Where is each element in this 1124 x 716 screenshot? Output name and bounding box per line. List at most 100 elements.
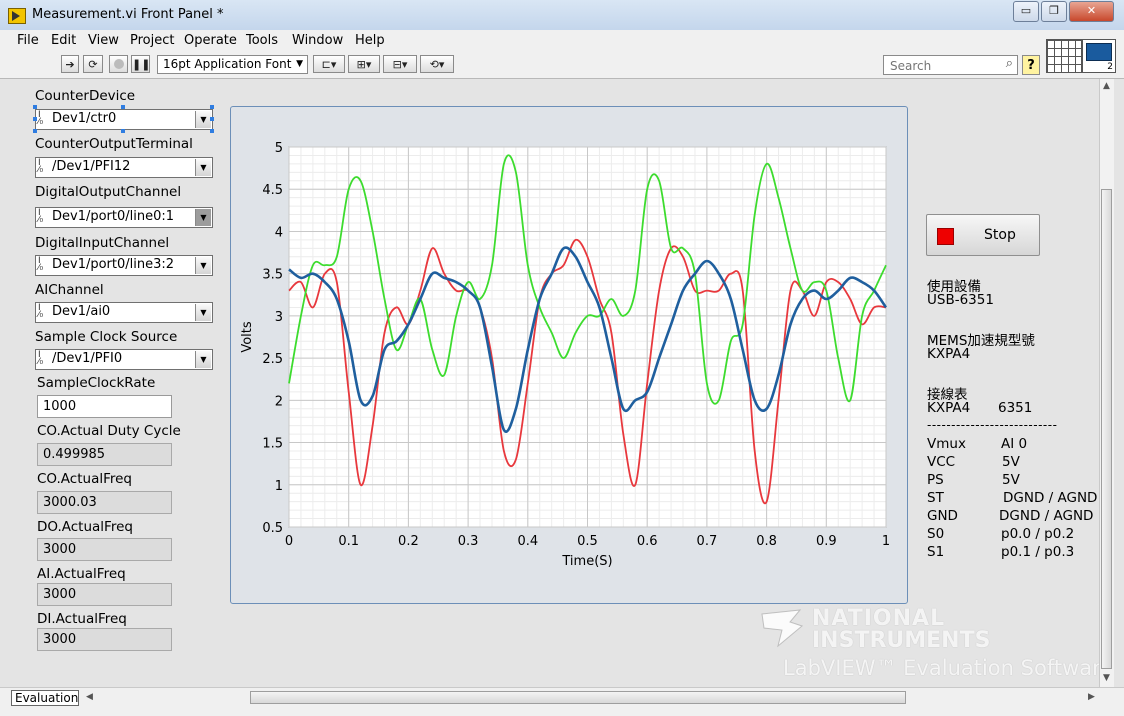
wiring-pin: Vmux	[927, 436, 966, 452]
counter-output-terminal-control[interactable]: I ⁄₀ /Dev1/PFI12 ▼	[35, 157, 213, 178]
y-tick-label: 2.5	[262, 352, 283, 367]
context-help-button[interactable]: ?	[1022, 55, 1040, 75]
scroll-right-icon[interactable]: ▶	[1088, 692, 1095, 702]
di-freq-label: DI.ActualFreq	[37, 611, 127, 627]
wiring-pin-target: p0.1 / p0.3	[1001, 544, 1075, 560]
wiring-pin-target: 5V	[1002, 472, 1020, 488]
font-selector-value: 16pt Application Font	[163, 57, 292, 71]
sample-clock-rate-input[interactable]: 1000	[37, 395, 172, 418]
selection-handle[interactable]	[33, 117, 37, 121]
ni-eagle-logo-icon	[761, 609, 804, 648]
vi-icon[interactable]	[1082, 39, 1116, 73]
font-selector[interactable]: 16pt Application Font ▼	[157, 55, 308, 74]
ai-freq-indicator: 3000	[37, 583, 172, 606]
run-arrow-icon[interactable]: ➔	[61, 55, 79, 73]
digital-output-channel-label: DigitalOutputChannel	[35, 184, 182, 200]
menu-bar: File Edit View Project Operate Tools Win…	[0, 30, 1124, 51]
toolbar: ➔ ⟳ ❚❚ 16pt Application Font ▼ ⊏▾ ⊞▾ ⊟▾ …	[0, 51, 1124, 79]
digital-input-channel-value: Dev1/port0/line3:2	[52, 257, 175, 272]
scroll-left-icon[interactable]: ◀	[86, 692, 93, 702]
selection-handle[interactable]	[121, 129, 125, 133]
io-name-icon: I ⁄₀	[38, 256, 44, 273]
digital-input-channel-control[interactable]: I ⁄₀ Dev1/port0/line3:2 ▼	[35, 255, 213, 276]
x-axis-label: Time(S)	[561, 554, 612, 569]
menu-project[interactable]: Project	[130, 33, 174, 48]
io-name-icon: I ⁄₀	[38, 350, 44, 367]
distribute-objects-icon[interactable]: ⊞▾	[348, 55, 380, 73]
ai-channel-value: Dev1/ai0	[52, 304, 111, 319]
restore-button[interactable]: ❐	[1041, 1, 1067, 22]
menu-window[interactable]: Window	[292, 33, 343, 48]
waveform-graph[interactable]: 0 0.1 0.2 0.3 0.4 0.5 0.6 0.7 0.8 0.9 1 0.5 1 1.5 2 2.5…	[230, 106, 908, 604]
selection-handle[interactable]	[210, 129, 214, 133]
menu-edit[interactable]: Edit	[51, 33, 76, 48]
ai-channel-control[interactable]: I ⁄₀ Dev1/ai0 ▼	[35, 302, 213, 323]
x-tick-label: 0.1	[338, 534, 359, 549]
menu-file[interactable]: File	[17, 33, 39, 48]
y-tick-label: 1	[275, 479, 283, 494]
sample-clock-source-label: Sample Clock Source	[35, 329, 178, 345]
wiring-pin: VCC	[927, 454, 956, 470]
io-name-icon: I ⁄₀	[38, 110, 44, 127]
counter-device-control[interactable]: I ⁄₀ Dev1/ctr0 ▼	[35, 109, 213, 130]
minimize-button[interactable]: ▭	[1013, 1, 1039, 22]
chevron-down-icon[interactable]: ▼	[195, 209, 211, 226]
run-continuously-icon[interactable]: ⟳	[83, 55, 103, 73]
digital-input-channel-label: DigitalInputChannel	[35, 235, 170, 251]
pause-icon[interactable]: ❚❚	[131, 55, 150, 73]
selection-handle[interactable]	[210, 117, 214, 121]
resize-objects-icon[interactable]: ⊟▾	[383, 55, 417, 73]
selection-handle[interactable]	[33, 129, 37, 133]
search-icon[interactable]: ⌕	[1006, 56, 1013, 71]
co-freq-label: CO.ActualFreq	[37, 471, 133, 487]
horizontal-scroll-thumb[interactable]	[250, 691, 906, 704]
menu-operate[interactable]: Operate	[184, 33, 237, 48]
wiring-pin: GND	[927, 508, 958, 524]
x-tick-label: 0.2	[398, 534, 419, 549]
do-freq-label: DO.ActualFreq	[37, 519, 133, 535]
chevron-down-icon[interactable]: ▼	[195, 304, 211, 321]
scroll-up-icon[interactable]: ▲	[1103, 81, 1110, 91]
selection-handle[interactable]	[210, 105, 214, 109]
digital-output-channel-control[interactable]: I ⁄₀ Dev1/port0/line0:1 ▼	[35, 207, 213, 228]
menu-tools[interactable]: Tools	[246, 33, 278, 48]
align-objects-icon[interactable]: ⊏▾	[313, 55, 345, 73]
menu-view[interactable]: View	[88, 33, 119, 48]
chevron-down-icon[interactable]: ▼	[195, 111, 211, 128]
menu-help[interactable]: Help	[355, 33, 385, 48]
chevron-down-icon[interactable]: ▼	[195, 159, 211, 176]
chevron-down-icon[interactable]: ▼	[195, 257, 211, 274]
scroll-down-icon[interactable]: ▼	[1103, 673, 1110, 683]
wiring-pin-target: 5V	[1002, 454, 1020, 470]
search-input[interactable]	[888, 57, 992, 75]
wiring-header-6351: 6351	[998, 400, 1033, 416]
close-button[interactable]: ✕	[1069, 1, 1114, 22]
selection-handle[interactable]	[121, 105, 125, 109]
y-tick-label: 3	[275, 310, 283, 325]
stop-led-icon	[937, 228, 954, 245]
io-name-icon: I ⁄₀	[38, 158, 44, 175]
window-title: Measurement.vi Front Panel *	[32, 7, 224, 22]
abort-icon[interactable]	[109, 55, 128, 73]
selection-handle[interactable]	[33, 105, 37, 109]
reorder-icon[interactable]: ⟲▾	[420, 55, 454, 73]
x-tick-label: 0.5	[577, 534, 598, 549]
search-box[interactable]: ⌕	[883, 55, 1018, 75]
stop-button[interactable]: Stop	[926, 214, 1040, 256]
title-bar: Measurement.vi Front Panel * ▭ ❐ ✕	[0, 0, 1124, 31]
co-duty-indicator: 0.499985	[37, 443, 172, 466]
sample-clock-source-control[interactable]: I ⁄₀ /Dev1/PFI0 ▼	[35, 349, 213, 370]
wiring-pin-target: DGND / AGND	[1003, 490, 1098, 506]
connector-pane-icon[interactable]	[1046, 39, 1082, 73]
x-tick-label: 0	[285, 534, 293, 549]
vertical-scroll-thumb[interactable]	[1101, 189, 1112, 669]
do-freq-indicator: 3000	[37, 538, 172, 561]
di-freq-indicator: 3000	[37, 628, 172, 651]
labview-vi-icon	[8, 8, 26, 24]
vertical-scrollbar[interactable]: ▲ ▼	[1099, 79, 1114, 687]
wiring-header-kxpa4: KXPA4	[927, 400, 971, 416]
chevron-down-icon[interactable]: ▼	[195, 351, 211, 368]
x-tick-label: 1	[882, 534, 890, 549]
stop-button-label: Stop	[984, 227, 1016, 243]
x-tick-label: 0.7	[697, 534, 718, 549]
